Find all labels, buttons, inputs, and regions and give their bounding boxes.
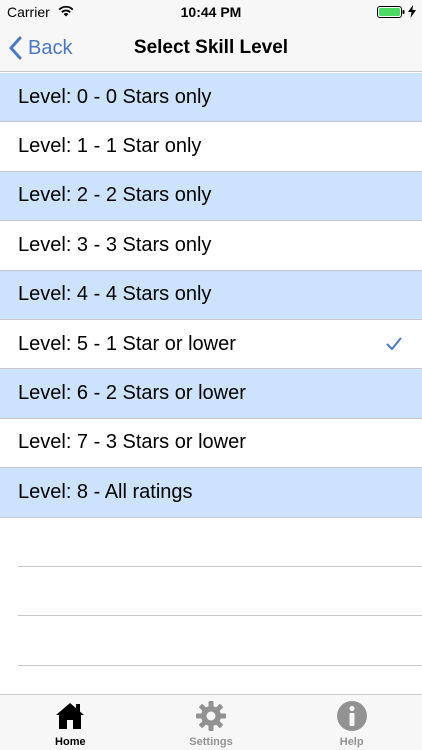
- tab-bar: Home Settings Help: [0, 694, 422, 750]
- level-row-6[interactable]: Level: 6 - 2 Stars or lower: [0, 369, 422, 419]
- checkmark-icon: [386, 337, 402, 350]
- tab-label: Home: [55, 736, 86, 748]
- screen: Carrier 10:44 PM Back Select Skill Level…: [0, 0, 422, 750]
- page-title: Select Skill Level: [133, 37, 289, 58]
- level-label: Level: 3 - 3 Stars only: [18, 233, 212, 256]
- level-label: Level: 8 - All ratings: [18, 480, 193, 503]
- level-row-8[interactable]: Level: 8 - All ratings: [0, 468, 422, 518]
- gear-icon: [196, 701, 226, 731]
- status-bar: Carrier 10:44 PM: [0, 0, 422, 24]
- level-label: Level: 5 - 1 Star or lower: [18, 332, 236, 355]
- tab-label: Settings: [189, 736, 233, 748]
- level-row-4[interactable]: Level: 4 - 4 Stars only: [0, 270, 422, 320]
- tab-help[interactable]: Help: [281, 695, 422, 750]
- level-row-5[interactable]: Level: 5 - 1 Star or lower: [0, 319, 422, 370]
- level-row-7[interactable]: Level: 7 - 3 Stars or lower: [0, 418, 422, 469]
- empty-row: [18, 567, 422, 617]
- tab-label: Help: [339, 736, 364, 748]
- info-icon: [336, 701, 367, 731]
- empty-row: [18, 616, 422, 666]
- level-row-1[interactable]: Level: 1 - 1 Star only: [0, 122, 422, 172]
- tab-home[interactable]: Home: [0, 695, 141, 750]
- level-row-3[interactable]: Level: 3 - 3 Stars only: [0, 221, 422, 271]
- level-label: Level: 7 - 3 Stars or lower: [18, 431, 246, 454]
- level-row-2[interactable]: Level: 2 - 2 Stars only: [0, 171, 422, 222]
- empty-row: [18, 518, 422, 567]
- navigation-bar: Back Select Skill Level: [0, 24, 422, 72]
- home-icon: [56, 703, 85, 729]
- level-list: Level: 0 - 0 Stars only Level: 1 - 1 Sta…: [0, 73, 422, 666]
- tab-settings[interactable]: Settings: [141, 695, 282, 750]
- level-label: Level: 6 - 2 Stars or lower: [18, 382, 246, 405]
- level-row-0[interactable]: Level: 0 - 0 Stars only: [0, 73, 422, 123]
- clock-label: 10:44 PM: [180, 4, 242, 20]
- charging-icon: [408, 5, 416, 18]
- battery-icon: [377, 6, 405, 18]
- level-label: Level: 2 - 2 Stars only: [18, 184, 212, 207]
- level-label: Level: 0 - 0 Stars only: [18, 85, 212, 108]
- level-label: Level: 4 - 4 Stars only: [18, 283, 212, 306]
- level-label: Level: 1 - 1 Star only: [18, 135, 202, 158]
